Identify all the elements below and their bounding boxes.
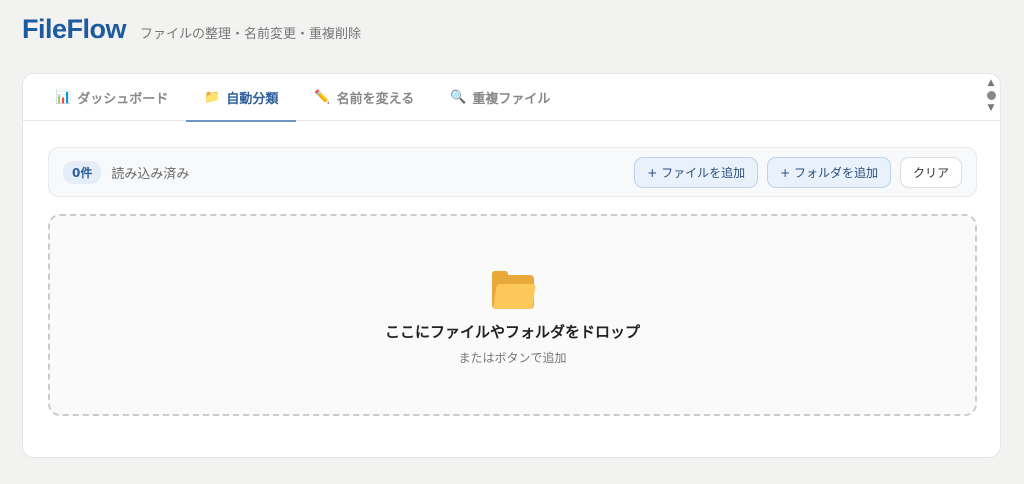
magnifier-icon: 🔍 <box>450 90 467 105</box>
tab-bar: 📊 ダッシュボード 📁 自動分類 ✏️ 名前を変える 🔍 重複ファイル <box>23 74 1000 122</box>
drop-zone[interactable]: ここにファイルやフォルダをドロップ またはボタンで追加 <box>48 214 977 416</box>
scroll-thumb[interactable] <box>986 91 996 100</box>
pencil-icon: ✏️ <box>314 90 331 105</box>
drop-zone-subtitle: またはボタンで追加 <box>458 350 567 365</box>
chart-icon: 📊 <box>55 90 72 105</box>
add-folder-button[interactable]: + フォルダを追加 <box>767 156 891 188</box>
main-card: 📊 ダッシュボード 📁 自動分類 ✏️ 名前を変える 🔍 重複ファイル ▲ ▼ 0件 読… <box>22 73 1001 458</box>
file-count-badge: 0件 <box>63 160 102 184</box>
app-subtitle: ファイルの整理・名前変更・重複削除 <box>140 27 362 42</box>
drop-zone-title: ここにファイルやフォルダをドロップ <box>384 322 640 341</box>
app-header: FileFlow ファイルの整理・名前変更・重複削除 <box>22 14 361 45</box>
tab-label: 重複ファイル <box>472 92 551 107</box>
tab-label: 名前を変える <box>336 92 415 107</box>
tab-label: 自動分類 <box>226 92 279 107</box>
tab-auto-classify[interactable]: 📁 自動分類 <box>186 74 297 122</box>
app-logo: FileFlow <box>22 14 127 44</box>
tab-scroller[interactable]: ▲ ▼ <box>984 78 998 113</box>
add-files-button[interactable]: + ファイルを追加 <box>634 156 759 188</box>
open-folder-icon <box>491 270 536 309</box>
tab-duplicates[interactable]: 🔍 重複ファイル <box>432 74 568 121</box>
tab-label: ダッシュボード <box>77 92 169 107</box>
clear-button[interactable]: クリア <box>899 156 962 188</box>
loaded-label: 読み込み済み <box>111 166 190 182</box>
file-toolbar: 0件 読み込み済み + ファイルを追加 + フォルダを追加 クリア <box>48 147 977 197</box>
scroll-down-icon[interactable]: ▼ <box>988 103 995 113</box>
tab-rename[interactable]: ✏️ 名前を変える <box>296 74 432 121</box>
scroll-up-icon[interactable]: ▲ <box>988 78 995 88</box>
tab-dashboard[interactable]: 📊 ダッシュボード <box>37 74 186 121</box>
folder-icon: 📁 <box>204 90 221 105</box>
